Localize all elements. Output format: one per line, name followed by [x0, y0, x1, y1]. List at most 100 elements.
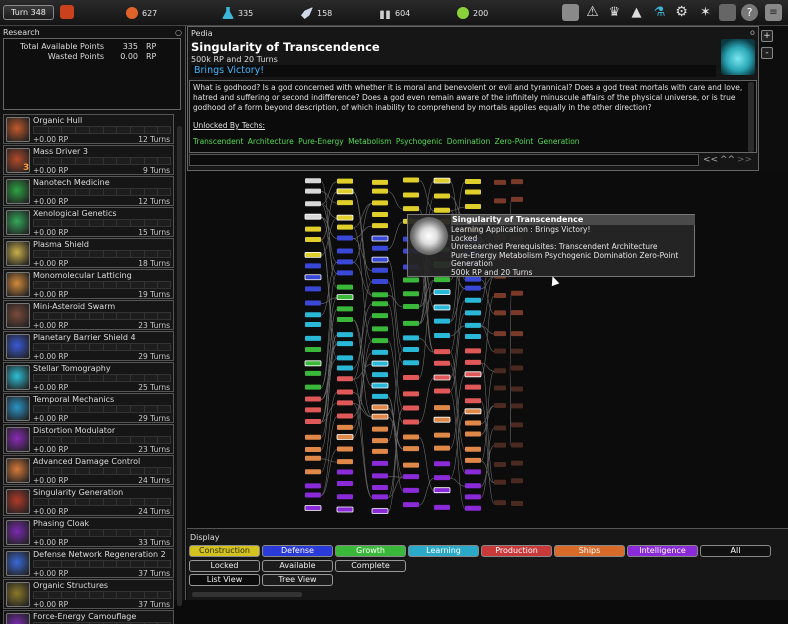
tech-node[interactable] [372, 494, 388, 500]
tech-node[interactable] [465, 446, 481, 452]
tech-node[interactable] [372, 438, 388, 444]
tech-node[interactable] [305, 201, 321, 207]
tech-node[interactable] [305, 300, 321, 306]
tech-node[interactable] [511, 500, 523, 506]
queue-item[interactable]: Defense Network Regeneration 2 +0.00 RP 37… [3, 548, 174, 578]
tech-node[interactable] [494, 198, 506, 204]
tech-node[interactable] [464, 371, 482, 378]
queue-item[interactable]: Mini-Asteroid Swarm +0.00 RP 23 Turns [3, 300, 174, 330]
resource-trade[interactable]: 158 [301, 6, 332, 20]
research-icon[interactable]: ⚗ [651, 4, 668, 21]
tech-node[interactable] [305, 178, 321, 184]
tech-node[interactable] [433, 487, 451, 494]
tech-node[interactable] [403, 347, 419, 353]
tech-node[interactable] [465, 178, 481, 184]
tech-node[interactable] [465, 457, 481, 463]
tech-node[interactable] [372, 179, 388, 185]
tech-node[interactable] [371, 235, 389, 242]
queue-item[interactable]: 3 Mass Driver 3 +0.00 RP 9 Turns [3, 145, 174, 175]
tech-node[interactable] [494, 292, 506, 298]
tech-node[interactable] [403, 320, 419, 326]
tech-node[interactable] [511, 331, 523, 337]
tech-node[interactable] [305, 455, 321, 461]
tech-node[interactable] [403, 177, 419, 183]
queue-item[interactable]: Advanced Damage Control +0.00 RP 24 Turns [3, 455, 174, 485]
tech-node[interactable] [337, 178, 353, 184]
tech-node[interactable] [337, 481, 353, 487]
tech-node[interactable] [434, 349, 450, 355]
menu-icon[interactable]: ≡ [765, 4, 782, 21]
tech-node[interactable] [337, 389, 353, 395]
tech-node[interactable] [372, 188, 388, 194]
tech-node[interactable] [511, 290, 523, 296]
tech-node[interactable] [305, 263, 321, 269]
tech-node[interactable] [494, 385, 506, 391]
tech-node[interactable] [511, 403, 523, 409]
tech-node[interactable] [337, 446, 353, 452]
pedia-scrollbar[interactable] [748, 82, 754, 152]
government-icon[interactable]: ▲ [628, 4, 645, 21]
tech-node[interactable] [434, 405, 450, 411]
pedia-up-button[interactable]: ^^ [720, 155, 735, 165]
tech-node[interactable] [465, 420, 481, 426]
tech-node[interactable] [465, 483, 481, 489]
tech-node[interactable] [403, 277, 419, 283]
tech-node[interactable] [494, 402, 506, 408]
tech-node[interactable] [337, 317, 353, 323]
tech-node[interactable] [305, 370, 321, 376]
tech-node[interactable] [494, 479, 506, 485]
tech-node[interactable] [304, 251, 322, 258]
messages-icon[interactable] [562, 4, 579, 21]
tech-node[interactable] [337, 459, 353, 465]
horizontal-scrollbar[interactable] [192, 592, 302, 597]
tech-node[interactable] [403, 502, 419, 508]
tech-node[interactable] [434, 475, 450, 481]
status-complete-button[interactable]: Complete [335, 560, 406, 572]
tech-node[interactable] [337, 200, 353, 206]
tech-node[interactable] [305, 407, 321, 413]
tech-node[interactable] [403, 291, 419, 297]
tech-node[interactable] [372, 223, 388, 229]
tech-node[interactable] [372, 393, 388, 399]
close-pedia-icon[interactable]: o [750, 28, 755, 37]
tech-node[interactable] [372, 245, 388, 251]
tech-node[interactable] [403, 474, 419, 480]
tech-node[interactable] [337, 424, 353, 430]
tech-node[interactable] [511, 348, 523, 354]
tech-node[interactable] [434, 388, 450, 394]
tech-node[interactable] [403, 391, 419, 397]
tech-node[interactable] [433, 374, 451, 381]
tech-node[interactable] [403, 487, 419, 493]
tech-node[interactable] [494, 179, 506, 185]
tech-node[interactable] [511, 422, 523, 428]
queue-item[interactable]: Nanotech Medicine +0.00 RP 12 Turns [3, 176, 174, 206]
map-icon[interactable] [719, 4, 736, 21]
tech-node[interactable] [372, 349, 388, 355]
tech-node[interactable] [511, 386, 523, 392]
category-filter-3[interactable]: Learning [408, 545, 479, 557]
tech-node[interactable] [465, 505, 481, 511]
tech-node[interactable] [336, 214, 354, 221]
tech-node[interactable] [465, 469, 481, 475]
tech-node[interactable] [465, 384, 481, 390]
tech-node[interactable] [403, 462, 419, 468]
tech-node[interactable] [433, 304, 451, 311]
tech-node[interactable] [434, 193, 450, 199]
tech-node[interactable] [305, 483, 321, 489]
tech-node[interactable] [305, 188, 321, 194]
tech-node[interactable] [371, 404, 389, 411]
category-filter-2[interactable]: Growth [335, 545, 406, 557]
tech-node[interactable] [337, 332, 353, 338]
tech-node[interactable] [433, 416, 451, 423]
tech-node[interactable] [372, 460, 388, 466]
tech-node[interactable] [511, 179, 523, 185]
tech-node[interactable] [434, 360, 450, 366]
resource-population[interactable]: 604 [379, 6, 410, 20]
category-filter-0[interactable]: Construction [189, 545, 260, 557]
tech-node[interactable] [337, 469, 353, 475]
tech-node[interactable] [371, 360, 389, 367]
queue-item[interactable]: Phasing Cloak +0.00 RP 33 Turns [3, 517, 174, 547]
resource-influence[interactable]: 200 [457, 6, 488, 20]
tech-node[interactable] [305, 312, 321, 318]
tech-node[interactable] [337, 400, 353, 406]
